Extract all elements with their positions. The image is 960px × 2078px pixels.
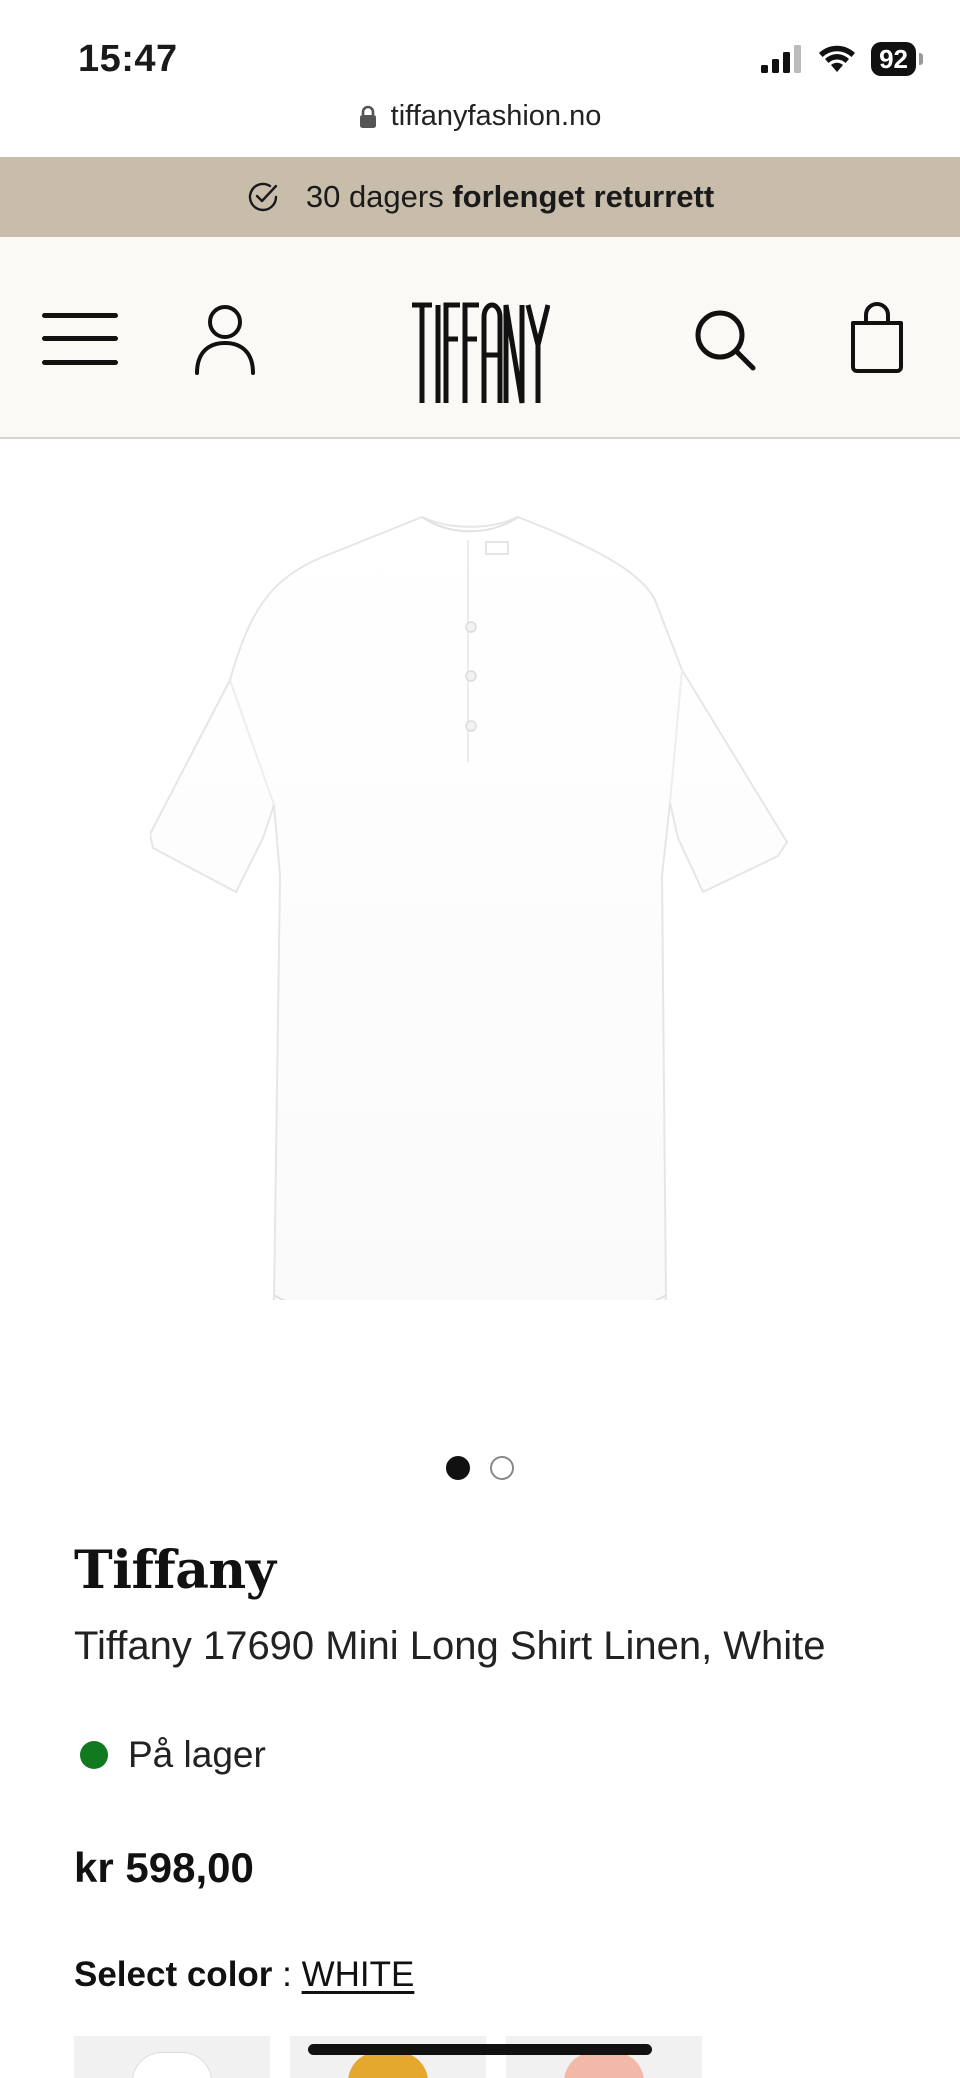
promo-text: 30 dagers forlenget returrett	[306, 179, 714, 215]
shopping-bag-icon	[851, 302, 903, 373]
promo-text-regular: 30 dagers	[305, 179, 453, 214]
stock-status-text: På lager	[128, 1734, 266, 1775]
product-image[interactable]	[150, 500, 810, 1300]
product-title: Tiffany 17690 Mini Long Shirt Linen, Whi…	[74, 1624, 826, 1668]
status-time: 15:47	[78, 38, 178, 80]
select-color-label: Select color	[74, 1955, 273, 1994]
address-bar[interactable]: tiffanyfashion.no	[0, 100, 960, 133]
cellular-signal-icon	[761, 45, 802, 73]
stock-status: På lager	[80, 1734, 266, 1776]
home-indicator[interactable]	[308, 2044, 652, 2055]
color-swatch-yellow[interactable]	[290, 2036, 486, 2078]
lock-icon	[359, 105, 376, 128]
url-text: tiffanyfashion.no	[390, 100, 602, 132]
carousel-dot-1[interactable]	[446, 1456, 470, 1480]
image-carousel-dots	[0, 1456, 960, 1480]
site-header	[0, 237, 960, 439]
search-icon	[695, 310, 756, 371]
search-button[interactable]	[690, 305, 760, 375]
promo-text-bold: forlenget returrett	[452, 179, 715, 214]
account-button[interactable]	[188, 301, 262, 377]
selected-color-link[interactable]: WHITE	[302, 1955, 415, 1994]
cart-button[interactable]	[846, 297, 908, 377]
menu-button[interactable]	[40, 307, 120, 371]
user-icon	[195, 305, 255, 375]
system-icons: 92	[761, 42, 923, 76]
product-brand[interactable]: Tiffany	[74, 1540, 276, 1601]
color-separator: :	[272, 1955, 302, 1994]
product-price: kr 598,00	[74, 1844, 254, 1891]
status-bar: 15:47 92 tiffanyfashion.no	[0, 0, 960, 132]
color-swatch-pink[interactable]	[506, 2036, 702, 2078]
hamburger-menu-icon	[42, 313, 118, 365]
color-swatches	[74, 2036, 702, 2078]
promo-banner: 30 dagers forlenget returrett	[0, 157, 960, 237]
battery-indicator: 92	[871, 42, 923, 76]
color-swatch-white[interactable]	[74, 2036, 270, 2078]
tiffany-logo[interactable]	[410, 299, 550, 409]
wifi-icon	[819, 45, 856, 72]
carousel-dot-2[interactable]	[490, 1456, 514, 1480]
in-stock-indicator-icon	[80, 1741, 108, 1769]
check-circle-icon	[248, 182, 278, 212]
color-selector-label: Select color : WHITE	[74, 1955, 414, 1995]
